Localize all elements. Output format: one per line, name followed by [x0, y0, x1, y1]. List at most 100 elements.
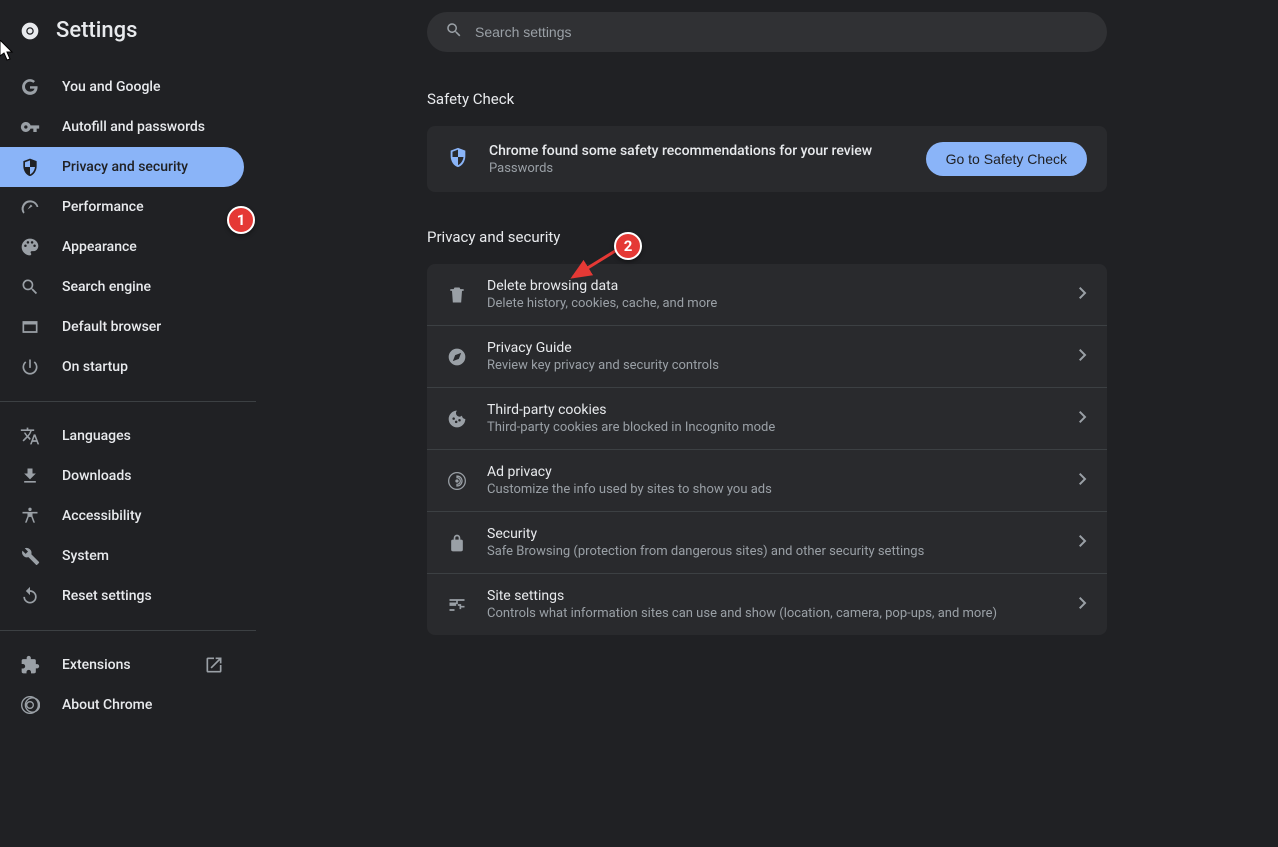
download-icon: [20, 466, 40, 486]
nav-group-bottom: Extensions About Chrome: [0, 639, 256, 731]
chrome-outline-icon: [20, 695, 40, 715]
row-sub: Review key privacy and security controls: [487, 358, 1059, 373]
sidebar-item-label: Performance: [62, 199, 144, 215]
cookie-icon: [447, 409, 467, 429]
chevron-right-icon: [1079, 597, 1087, 613]
tune-icon: [447, 595, 467, 615]
safety-text: Chrome found some safety recommendations…: [489, 143, 906, 176]
external-link-icon: [204, 655, 224, 675]
sidebar-item-label: Accessibility: [62, 508, 141, 524]
nav-group-advanced: Languages Downloads Accessibility System…: [0, 410, 256, 622]
sidebar-item-privacy-security[interactable]: Privacy and security: [0, 147, 244, 187]
row-title: Ad privacy: [487, 464, 1059, 480]
sidebar-item-label: Languages: [62, 428, 131, 444]
row-title: Security: [487, 526, 1059, 542]
sidebar-item-label: You and Google: [62, 79, 160, 95]
accessibility-icon: [20, 506, 40, 526]
row-sub: Controls what information sites can use …: [487, 606, 1059, 621]
search-bar[interactable]: [427, 12, 1107, 52]
sidebar-item-search-engine[interactable]: Search engine: [0, 267, 244, 307]
sidebar-item-default-browser[interactable]: Default browser: [0, 307, 244, 347]
sidebar: Settings You and Google Autofill and pas…: [0, 0, 256, 847]
main-content: Safety Check Chrome found some safety re…: [256, 0, 1278, 847]
row-delete-browsing-data[interactable]: Delete browsing dataDelete history, cook…: [427, 264, 1107, 326]
row-site-settings[interactable]: Site settings Controls what information s…: [427, 574, 1107, 635]
google-g-icon: [20, 77, 40, 97]
row-title: Third-party cookies: [487, 402, 1059, 418]
nav-divider: [0, 630, 256, 631]
row-sub: Third-party cookies are blocked in Incog…: [487, 420, 1059, 435]
row-sub: Delete history, cookies, cache, and more: [487, 296, 1059, 311]
shield-icon: [447, 146, 469, 172]
sidebar-item-label: Autofill and passwords: [62, 119, 205, 135]
sidebar-header: Settings: [0, 10, 256, 61]
nav-divider: [0, 401, 256, 402]
sidebar-item-appearance[interactable]: Appearance: [0, 227, 244, 267]
speedometer-icon: [20, 197, 40, 217]
row-title: Site settings: [487, 588, 1059, 604]
chrome-icon: [20, 21, 40, 41]
sidebar-item-performance[interactable]: Performance: [0, 187, 244, 227]
annotation-badge-2: 2: [614, 232, 642, 260]
row-third-party-cookies[interactable]: Third-party cookies Third-party cookies a…: [427, 388, 1107, 450]
chevron-right-icon: [1079, 411, 1087, 427]
row-sub: Customize the info used by sites to show…: [487, 482, 1059, 497]
privacy-section-title: Privacy and security: [427, 228, 1107, 246]
sidebar-item-accessibility[interactable]: Accessibility: [0, 496, 244, 536]
sidebar-item-system[interactable]: System: [0, 536, 244, 576]
chevron-right-icon: [1079, 473, 1087, 489]
sidebar-item-label: Extensions: [62, 657, 131, 673]
sidebar-item-label: Downloads: [62, 468, 131, 484]
translate-icon: [20, 426, 40, 446]
nav-group-main: You and Google Autofill and passwords Pr…: [0, 61, 256, 393]
privacy-list: Delete browsing dataDelete history, cook…: [427, 264, 1107, 635]
go-to-safety-check-button[interactable]: Go to Safety Check: [926, 142, 1087, 176]
chevron-right-icon: [1079, 287, 1087, 303]
lock-icon: [447, 533, 467, 553]
extension-icon: [20, 655, 40, 675]
sidebar-item-label: System: [62, 548, 109, 564]
browser-icon: [20, 317, 40, 337]
sidebar-item-extensions[interactable]: Extensions: [0, 645, 244, 685]
power-icon: [20, 357, 40, 377]
sidebar-item-downloads[interactable]: Downloads: [0, 456, 244, 496]
sidebar-item-label: Search engine: [62, 279, 151, 295]
palette-icon: [20, 237, 40, 257]
mouse-cursor: [0, 40, 16, 62]
safety-section-title: Safety Check: [427, 90, 1107, 108]
safety-title: Chrome found some safety recommendations…: [489, 143, 906, 159]
row-sub: Safe Browsing (protection from dangerous…: [487, 544, 1059, 559]
sidebar-item-label: Default browser: [62, 319, 161, 335]
sidebar-item-about[interactable]: About Chrome: [0, 685, 244, 725]
sidebar-item-label: Reset settings: [62, 588, 152, 604]
safety-sub: Passwords: [489, 161, 906, 176]
row-security[interactable]: Security Safe Browsing (protection from d…: [427, 512, 1107, 574]
trash-icon: [447, 285, 467, 305]
annotation-badge-1: 1: [227, 206, 255, 234]
sidebar-item-label: Appearance: [62, 239, 137, 255]
app-title: Settings: [56, 18, 137, 43]
sidebar-item-you-and-google[interactable]: You and Google: [0, 67, 244, 107]
row-title: Privacy Guide: [487, 340, 1059, 356]
sidebar-item-label: About Chrome: [62, 697, 152, 713]
sidebar-item-on-startup[interactable]: On startup: [0, 347, 244, 387]
search-icon: [20, 277, 40, 297]
sidebar-item-autofill[interactable]: Autofill and passwords: [0, 107, 244, 147]
ad-icon: [447, 471, 467, 491]
key-icon: [20, 117, 40, 137]
chevron-right-icon: [1079, 535, 1087, 551]
compass-icon: [447, 347, 467, 367]
sidebar-item-languages[interactable]: Languages: [0, 416, 244, 456]
sidebar-item-reset[interactable]: Reset settings: [0, 576, 244, 616]
sidebar-item-label: On startup: [62, 359, 128, 375]
chevron-right-icon: [1079, 349, 1087, 365]
safety-check-card: Chrome found some safety recommendations…: [427, 126, 1107, 192]
search-icon: [445, 21, 463, 43]
reset-icon: [20, 586, 40, 606]
sidebar-item-label: Privacy and security: [62, 159, 188, 175]
content-area: Safety Check Chrome found some safety re…: [427, 52, 1107, 635]
search-input[interactable]: [475, 24, 1089, 40]
row-ad-privacy[interactable]: Ad privacy Customize the info used by sit…: [427, 450, 1107, 512]
wrench-icon: [20, 546, 40, 566]
row-privacy-guide[interactable]: Privacy Guide Review key privacy and secu…: [427, 326, 1107, 388]
